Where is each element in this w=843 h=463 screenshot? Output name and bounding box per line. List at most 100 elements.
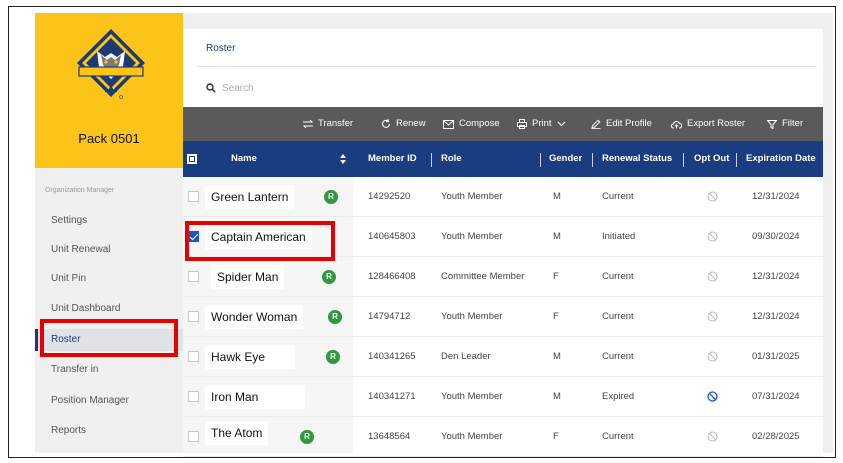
column-header-renewal-status[interactable]: Renewal Status xyxy=(602,141,672,177)
expiration-date: 12/31/2024 xyxy=(752,271,800,282)
divider xyxy=(540,153,541,167)
member-id: 140341271 xyxy=(368,391,416,402)
table-header: Name Member ID Role Gender Renewal Statu… xyxy=(183,141,823,177)
table-row[interactable]: Wonder Woman R 14794712 Youth Member F C… xyxy=(183,297,823,337)
member-name[interactable]: Iron Man xyxy=(205,385,305,409)
edit-profile-button[interactable]: Edit Profile xyxy=(591,107,652,141)
table-row[interactable]: Hawk Eye R 140341265 Den Leader M Curren… xyxy=(183,337,823,377)
member-name[interactable]: Wonder Woman xyxy=(205,305,304,329)
member-name[interactable]: Hawk Eye xyxy=(205,345,295,369)
search-input[interactable]: Search xyxy=(206,79,506,97)
transfer-button[interactable]: Transfer xyxy=(303,107,353,141)
member-id: 13648564 xyxy=(368,431,411,442)
row-checkbox[interactable] xyxy=(188,311,199,322)
opt-out-icon[interactable] xyxy=(707,351,718,362)
page-title: Roster xyxy=(206,43,236,54)
print-label: Print xyxy=(532,118,552,129)
member-name[interactable]: Green Lantern xyxy=(205,185,295,209)
member-gender: M xyxy=(553,391,561,402)
opt-out-icon[interactable] xyxy=(707,391,718,402)
column-header-opt-out[interactable]: Opt Out xyxy=(694,141,729,177)
divider xyxy=(683,153,684,167)
search-icon xyxy=(206,83,216,93)
search-placeholder: Search xyxy=(222,82,254,94)
renewal-status: Current xyxy=(602,311,634,322)
column-header-member-id[interactable]: Member ID xyxy=(368,141,417,177)
compose-button[interactable]: Compose xyxy=(443,107,500,141)
mail-icon xyxy=(443,119,454,129)
member-gender: F xyxy=(553,311,559,322)
member-id: 14794712 xyxy=(368,311,411,322)
row-checkbox[interactable] xyxy=(188,191,199,202)
filter-button[interactable]: Filter xyxy=(767,107,803,141)
expiration-date: 07/31/2024 xyxy=(752,391,800,402)
column-header-role[interactable]: Role xyxy=(441,141,462,177)
transfer-label: Transfer xyxy=(318,118,354,129)
screenshot-frame: Pack 0501 Organization Manager Settings … xyxy=(8,6,836,458)
divider xyxy=(592,153,593,167)
member-id: 128466408 xyxy=(368,271,416,282)
app: Pack 0501 Organization Manager Settings … xyxy=(35,13,833,457)
expiration-date: 02/28/2025 xyxy=(752,431,800,442)
roster-highlight xyxy=(40,319,178,357)
expiration-date: 12/31/2024 xyxy=(752,191,800,202)
printer-icon xyxy=(517,119,527,129)
sidebar-item-settings[interactable]: Settings xyxy=(35,210,183,232)
member-role: Committee Member xyxy=(441,271,525,282)
table-row[interactable]: The Atom R 13648564 Youth Member F Curre… xyxy=(183,417,823,457)
sidebar-item-unit-dashboard[interactable]: Unit Dashboard xyxy=(35,298,183,320)
table-row[interactable]: Iron Man 140341271 Youth Member M Expire… xyxy=(183,377,823,417)
row-checkbox[interactable] xyxy=(188,271,199,282)
filter-icon xyxy=(767,119,777,129)
column-header-name[interactable]: Name xyxy=(231,141,257,177)
pack-name: Pack 0501 xyxy=(78,131,140,146)
table-row[interactable]: Green Lantern R 14292520 Youth Member M … xyxy=(183,177,823,217)
member-name[interactable]: Spider Man xyxy=(211,265,285,289)
filter-label: Filter xyxy=(782,118,804,129)
sidebar-item-position-manager[interactable]: Position Manager xyxy=(35,390,183,412)
print-button[interactable]: Print xyxy=(517,107,566,141)
renewal-status: Expired xyxy=(602,391,635,402)
member-id: 14292520 xyxy=(368,191,411,202)
column-header-expiration-date[interactable]: Expiration Date xyxy=(746,141,816,177)
opt-out-icon[interactable] xyxy=(707,231,718,242)
renewal-badge: R xyxy=(322,270,336,284)
unit-header: Pack 0501 xyxy=(35,13,183,168)
sidebar-item-unit-renewal[interactable]: Unit Renewal xyxy=(35,239,183,261)
export-roster-label: Export Roster xyxy=(687,118,746,129)
member-id: 140645803 xyxy=(368,231,416,242)
row-checkbox[interactable] xyxy=(188,431,199,442)
opt-out-icon[interactable] xyxy=(707,271,718,282)
row-checkbox[interactable] xyxy=(188,351,199,362)
renewal-status: Current xyxy=(602,271,634,282)
row-checkbox[interactable] xyxy=(188,391,199,402)
member-name[interactable]: The Atom xyxy=(205,421,269,445)
opt-out-icon[interactable] xyxy=(707,191,718,202)
renew-button[interactable]: Renew xyxy=(381,107,426,141)
member-gender: M xyxy=(553,191,561,202)
member-gender: F xyxy=(553,271,559,282)
sidebar-item-transfer-in[interactable]: Transfer in xyxy=(35,359,183,381)
renewal-status: Initiated xyxy=(602,231,636,242)
selected-member-highlight xyxy=(185,221,335,261)
opt-out-icon[interactable] xyxy=(707,431,718,442)
divider xyxy=(431,153,432,167)
member-role: Youth Member xyxy=(441,431,503,442)
sidebar-item-reports[interactable]: Reports xyxy=(35,420,183,442)
renewal-status: Current xyxy=(602,351,634,362)
column-header-gender[interactable]: Gender xyxy=(549,141,582,177)
select-all-checkbox[interactable] xyxy=(187,154,197,164)
renewal-badge: R xyxy=(324,190,338,204)
opt-out-icon[interactable] xyxy=(707,311,718,322)
member-gender: M xyxy=(553,351,561,362)
renewal-badge: R xyxy=(328,310,342,324)
sort-icon[interactable] xyxy=(340,154,346,164)
export-roster-button[interactable]: Export Roster xyxy=(671,107,745,141)
member-gender: M xyxy=(553,231,561,242)
chevron-down-icon xyxy=(557,121,565,127)
sidebar-item-unit-pin[interactable]: Unit Pin xyxy=(35,268,183,290)
member-role: Youth Member xyxy=(441,191,503,202)
compose-label: Compose xyxy=(459,118,500,129)
sidebar-section-label: Organization Manager xyxy=(45,187,115,194)
table-row[interactable]: Spider Man R 128466408 Committee Member … xyxy=(183,257,823,297)
